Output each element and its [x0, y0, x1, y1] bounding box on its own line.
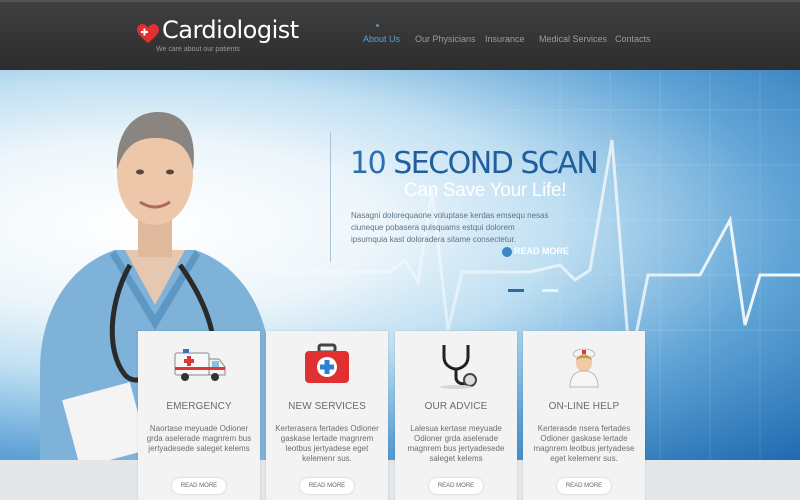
card-online-help: ON-LINE HELP Kerterasde nsera fertades O… — [523, 331, 645, 500]
nav-medical-services[interactable]: Medical Services — [539, 34, 607, 44]
slide-title: 10 SECOND SCAN — [350, 146, 599, 181]
card-title: OUR ADVICE — [424, 401, 488, 412]
card-emergency: EMERGENCY Naortase meyuade Odioner grda … — [138, 331, 260, 500]
slider-pager — [508, 289, 560, 292]
card-read-more-button[interactable]: READ MORE — [300, 478, 354, 494]
card-text: Kerterasera fertades Odioner gaskase ler… — [275, 424, 379, 463]
pager-dot-2[interactable] — [542, 289, 558, 292]
card-title: EMERGENCY — [166, 401, 232, 412]
card-title: NEW SERVICES — [288, 401, 366, 412]
card-text: Lalesua kertase meyuade Odioner grda ase… — [407, 424, 505, 463]
info-icon — [502, 247, 512, 257]
nurse-icon — [569, 348, 599, 388]
site-header: Cardiologist We care about our patients … — [0, 0, 800, 70]
card-title: ON-LINE HELP — [548, 401, 620, 412]
card-text: Naortase meyuade Odioner grda aselerade … — [146, 424, 252, 453]
slide-title-text: SECOND SCAN — [393, 146, 599, 181]
nav-insurance[interactable]: Insurance — [485, 34, 525, 44]
nav-about-us[interactable]: About Us — [363, 34, 400, 44]
ambulance-icon — [174, 349, 226, 381]
slide-subtitle: Can Save Your Life! — [404, 180, 567, 201]
nav-our-physicians[interactable]: Our Physicians — [415, 34, 476, 44]
first-aid-kit-icon — [305, 343, 349, 383]
card-read-more-button[interactable]: READ MORE — [429, 478, 483, 494]
stethoscope-icon — [440, 345, 477, 389]
card-read-more-button[interactable]: READ MORE — [172, 478, 226, 494]
logo-tagline: We care about our patients — [156, 46, 240, 53]
heart-cross-icon — [137, 24, 159, 43]
slide-divider — [330, 132, 331, 262]
card-text: Kerterasde nsera fertades Odioner gaskas… — [533, 424, 635, 463]
slide-text: Nasagni dolorequaone voluptase kerdas em… — [351, 211, 549, 244]
slide-title-number: 10 — [350, 146, 387, 181]
pager-dot-1[interactable] — [508, 289, 524, 292]
nav-active-indicator — [376, 24, 379, 27]
logo-title: Cardiologist — [162, 16, 299, 44]
card-new-services: NEW SERVICES Kerterasera fertades Odione… — [266, 331, 388, 500]
hero-read-more-label: READ MORE — [514, 246, 570, 256]
card-our-advice: OUR ADVICE Lalesua kertase meyuade Odion… — [395, 331, 517, 500]
card-read-more-button[interactable]: READ MORE — [557, 478, 611, 494]
nav-contacts[interactable]: Contacts — [615, 34, 651, 44]
